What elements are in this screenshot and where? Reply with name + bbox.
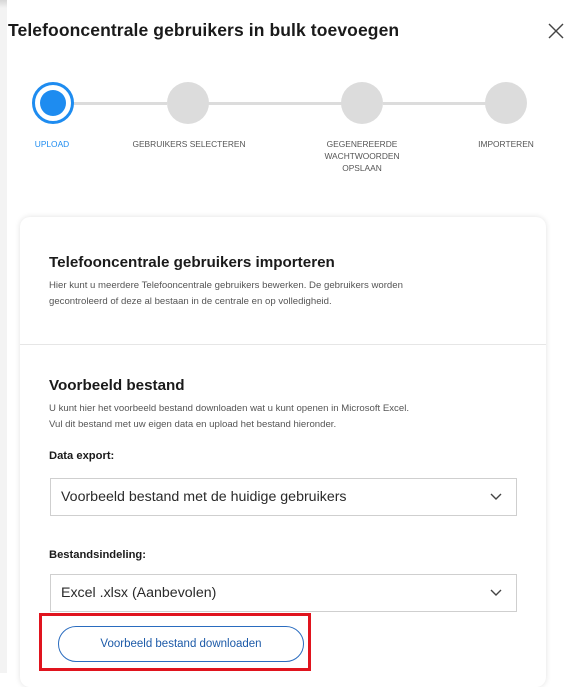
dialog-title: Telefooncentrale gebruikers in bulk toev… [8, 20, 400, 40]
example-heading: Voorbeeld bestand [49, 377, 185, 394]
step-save-passwords-line: GEGENEREERDE [326, 139, 398, 149]
data-export-value: Voorbeeld bestand met de huidige gebruik… [61, 489, 347, 505]
example-description: U kunt hier het voorbeeld bestand downlo… [49, 401, 519, 433]
step-import-indicator [485, 82, 527, 124]
close-icon[interactable] [547, 22, 565, 40]
step-select-users-indicator [167, 82, 209, 124]
section-divider [20, 344, 546, 345]
step-save-passwords-line: OPSLAAN [342, 163, 382, 173]
import-heading: Telefooncentrale gebruikers importeren [49, 254, 335, 271]
chevron-down-icon [490, 589, 502, 596]
data-export-select[interactable]: Voorbeeld bestand met de huidige gebruik… [50, 478, 517, 516]
step-import-label: IMPORTEREN [478, 139, 534, 149]
dialog-panel: Telefooncentrale gebruikers in bulk toev… [7, 0, 571, 687]
left-gutter [0, 0, 7, 673]
step-save-passwords-line: WACHTWOORDEN [324, 151, 400, 161]
active-dot [40, 90, 66, 116]
highlight-box [39, 613, 311, 671]
format-label: Bestandsindeling: [49, 549, 146, 561]
step-save-passwords-indicator [341, 82, 383, 124]
step-upload-label: UPLOAD [34, 139, 70, 149]
import-description-line: Hier kunt u meerdere Telefooncentrale ge… [49, 280, 403, 291]
import-description-line: gecontroleerd of deze al bestaan in de c… [49, 296, 332, 307]
progress-stepper: UPLOAD GEBRUIKERS SELECTEREN GEGENEREERD… [7, 80, 571, 180]
format-select[interactable]: Excel .xlsx (Aanbevolen) [50, 574, 517, 612]
import-description: Hier kunt u meerdere Telefooncentrale ge… [49, 278, 519, 310]
example-description-line: Vul dit bestand met uw eigen data en upl… [49, 419, 337, 430]
step-save-passwords-label: GEGENEREERDE WACHTWOORDEN OPSLAAN [302, 138, 422, 174]
step-connector [383, 102, 487, 105]
data-export-label: Data export: [49, 450, 115, 462]
step-select-users-label: GEBRUIKERS SELECTEREN [132, 139, 246, 149]
format-value: Excel .xlsx (Aanbevolen) [61, 585, 217, 601]
example-description-line: U kunt hier het voorbeeld bestand downlo… [49, 403, 409, 414]
step-connector [207, 102, 343, 105]
step-upload-indicator [32, 82, 74, 124]
chevron-down-icon [490, 493, 502, 500]
